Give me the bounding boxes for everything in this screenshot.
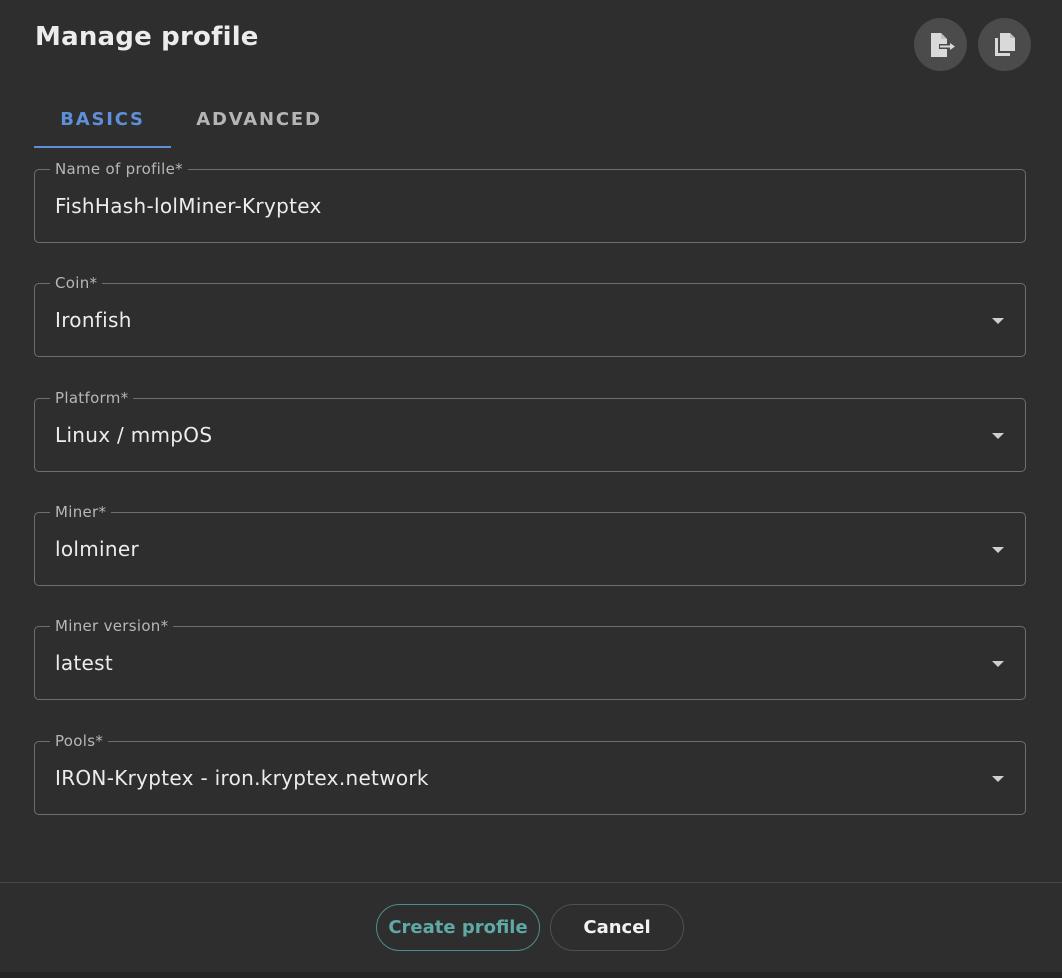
- miner-version-select[interactable]: Miner version* latest: [34, 616, 1026, 700]
- platform-value: Linux / mmpOS: [55, 423, 213, 447]
- pools-value: IRON-Kryptex - iron.kryptex.network: [55, 766, 429, 790]
- file-export-icon: [930, 32, 955, 57]
- export-profile-button[interactable]: [914, 18, 967, 71]
- copy-icon: [994, 32, 1015, 56]
- miner-label: Miner*: [50, 502, 112, 522]
- create-profile-button[interactable]: Create profile: [376, 904, 540, 951]
- miner-version-value: latest: [55, 651, 114, 675]
- tab-basics[interactable]: BASICS: [34, 90, 171, 148]
- profile-tabs: BASICS ADVANCED: [34, 90, 347, 148]
- coin-select[interactable]: Coin* Ironfish: [34, 273, 1026, 357]
- platform-select[interactable]: Platform* Linux / mmpOS: [34, 388, 1026, 472]
- miner-select[interactable]: Miner* lolminer: [34, 502, 1026, 586]
- pools-label: Pools*: [50, 731, 109, 751]
- coin-value: Ironfish: [55, 308, 132, 332]
- tab-advanced[interactable]: ADVANCED: [171, 90, 347, 148]
- profile-name-label: Name of profile*: [50, 159, 188, 179]
- chevron-down-icon[interactable]: [992, 547, 1004, 553]
- miner-value: lolminer: [55, 537, 139, 561]
- profile-name-value[interactable]: FishHash-lolMiner-Kryptex: [55, 193, 322, 219]
- cancel-button[interactable]: Cancel: [550, 904, 684, 951]
- dialog-bottom-edge: [0, 972, 1062, 978]
- chevron-down-icon[interactable]: [992, 318, 1004, 324]
- manage-profile-dialog: Manage profile BASICS ADVANCED Name of p…: [0, 0, 1062, 978]
- pools-select[interactable]: Pools* IRON-Kryptex - iron.kryptex.netwo…: [34, 731, 1026, 815]
- miner-version-label: Miner version*: [50, 616, 174, 636]
- chevron-down-icon[interactable]: [992, 433, 1004, 439]
- coin-label: Coin*: [50, 273, 103, 293]
- chevron-down-icon[interactable]: [992, 661, 1004, 667]
- copy-profile-button[interactable]: [978, 18, 1031, 71]
- profile-name-field[interactable]: Name of profile* FishHash-lolMiner-Krypt…: [34, 159, 1026, 243]
- footer-divider: [0, 882, 1062, 883]
- dialog-title: Manage profile: [35, 22, 259, 52]
- platform-label: Platform*: [50, 388, 134, 408]
- chevron-down-icon[interactable]: [992, 776, 1004, 782]
